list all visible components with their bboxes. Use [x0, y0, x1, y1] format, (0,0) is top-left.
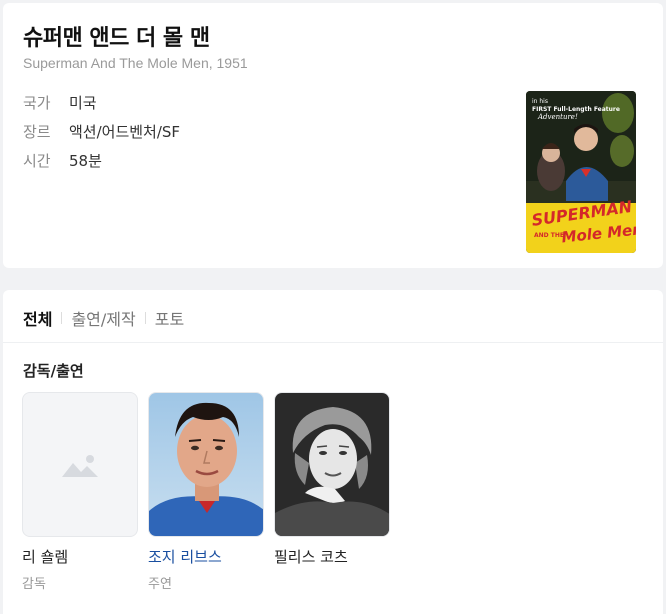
person-name[interactable]: 리 숄렘: [22, 546, 138, 567]
person-photo-placeholder[interactable]: [22, 392, 138, 537]
tab-all[interactable]: 전체: [23, 306, 52, 330]
person-card[interactable]: 필리스 코츠: [274, 392, 390, 573]
info-label: 시간: [23, 152, 51, 170]
poster-tagline-3: Adventure!: [537, 113, 578, 121]
movie-subtitle: Superman And The Mole Men, 1951: [23, 55, 248, 71]
info-row-country: 국가 미국: [23, 92, 97, 113]
person-photo[interactable]: [274, 392, 390, 537]
poster-logo-2: AND THE: [534, 232, 564, 239]
person-name[interactable]: 필리스 코츠: [274, 546, 390, 567]
tab-separator: [61, 312, 63, 324]
content-tabs: 전체 출연/제작 포토: [23, 306, 184, 330]
info-label: 장르: [23, 123, 51, 141]
person-role: 감독: [22, 577, 46, 592]
info-value: 58분: [69, 152, 102, 170]
image-placeholder-icon: [62, 455, 98, 477]
tab-separator: [144, 312, 146, 324]
section-title-cast: 감독/출연: [23, 362, 84, 380]
movie-poster[interactable]: in his FIRST Full-Length Feature Adventu…: [526, 91, 636, 253]
info-row-genre: 장르 액션/어드벤처/SF: [23, 121, 180, 142]
movie-info-card: 슈퍼맨 앤드 더 몰 맨 Superman And The Mole Men, …: [3, 3, 663, 268]
info-label: 국가: [23, 94, 51, 112]
tab-cast-crew[interactable]: 출연/제작: [71, 306, 135, 330]
person-photo[interactable]: [148, 392, 264, 537]
person-card[interactable]: 조지 리브스 주연: [148, 392, 264, 592]
person-name-link[interactable]: 조지 리브스: [148, 546, 264, 567]
person-card[interactable]: 리 숄렘 감독: [22, 392, 138, 592]
movie-title: 슈퍼맨 앤드 더 몰 맨: [23, 26, 210, 51]
divider: [3, 342, 663, 343]
cast-card: 전체 출연/제작 포토 감독/출연 리 숄렘 감독 조지 리브스 주연 필리스 …: [3, 290, 663, 614]
info-row-runtime: 시간 58분: [23, 150, 102, 171]
info-value: 미국: [69, 94, 97, 112]
poster-tagline-2: FIRST Full-Length Feature: [532, 106, 620, 113]
person-role: 주연: [148, 577, 172, 592]
tab-photo[interactable]: 포토: [155, 306, 184, 330]
poster-tagline-1: in his: [532, 98, 548, 105]
info-value: 액션/어드벤처/SF: [69, 123, 181, 141]
